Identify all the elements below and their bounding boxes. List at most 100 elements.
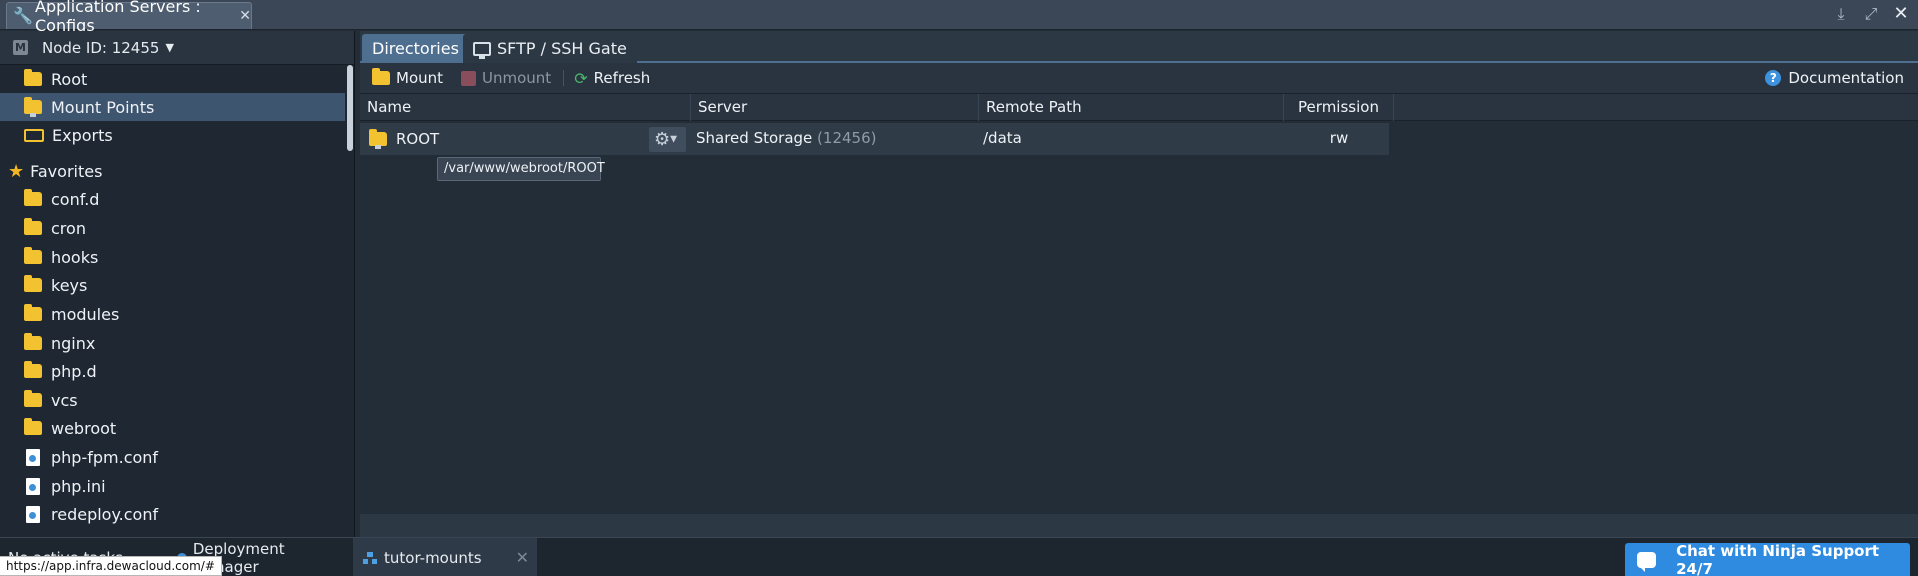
favorite-label: php-fpm.conf — [51, 447, 159, 467]
star-icon: ★ — [8, 160, 25, 182]
refresh-button[interactable]: ⟳ Refresh — [574, 69, 650, 88]
chevron-down-icon[interactable]: ▼ — [165, 41, 173, 54]
mount-button[interactable]: Mount — [372, 68, 444, 87]
folder-icon — [24, 304, 42, 321]
folder-icon — [24, 390, 42, 407]
close-window-icon[interactable]: ✕ — [1892, 4, 1910, 24]
folder-icon — [24, 361, 42, 378]
favorite-item[interactable]: php.d — [0, 357, 345, 385]
exports-icon — [24, 128, 44, 142]
folder-icon — [24, 418, 42, 435]
file-tree-panel: M Node ID: 12455 ▼ Root Mount Points Exp… — [0, 31, 355, 537]
folder-icon — [24, 218, 42, 235]
tab-directories[interactable]: Directories — [362, 34, 469, 63]
favorite-item[interactable]: keys — [0, 271, 345, 299]
column-header-remote-path[interactable]: Remote Path — [979, 94, 1284, 121]
unmount-label: Unmount — [482, 69, 552, 87]
folder-icon — [24, 189, 42, 206]
toolbar: Mount Unmount ⟳ Refresh ? Documentation — [360, 63, 1918, 94]
node-selector[interactable]: M Node ID: 12455 ▼ — [0, 31, 354, 65]
favorite-item[interactable]: nginx — [0, 329, 345, 357]
row-name: ROOT — [396, 130, 440, 148]
favorite-label: cron — [51, 218, 86, 238]
task-label: tutor-mounts — [384, 548, 482, 567]
favorite-label: php.d — [51, 361, 97, 381]
favorite-item[interactable]: modules — [0, 300, 345, 328]
tree-item-root[interactable]: Root — [0, 65, 345, 93]
tree-item-label: Exports — [52, 125, 113, 145]
favorites-header[interactable]: ★ Favorites — [0, 157, 345, 185]
row-server: Shared Storage — [696, 129, 813, 147]
tab-label: SFTP / SSH Gate — [497, 39, 627, 58]
monitor-icon — [473, 41, 491, 59]
favorite-label: modules — [51, 304, 120, 324]
unmount-button[interactable]: Unmount — [461, 69, 551, 87]
close-icon[interactable]: ✕ — [516, 548, 529, 567]
column-header-permission[interactable]: Permission — [1284, 94, 1394, 121]
folder-icon — [24, 275, 42, 292]
folder-icon — [24, 333, 42, 350]
favorite-label: nginx — [51, 333, 96, 353]
cell-name: ROOT — [369, 123, 439, 155]
grid-header: Name Server Remote Path Permission — [360, 94, 1918, 121]
gear-icon[interactable]: ⚙▼ — [649, 127, 686, 152]
favorite-item[interactable]: webroot — [0, 414, 345, 442]
favorite-item[interactable]: conf.d — [0, 185, 345, 213]
folder-icon — [24, 69, 42, 86]
window-controls: ⤓ ⤢ ✕ — [1832, 4, 1910, 24]
favorites-label: Favorites — [30, 161, 103, 181]
folder-icon — [24, 247, 42, 264]
refresh-icon: ⟳ — [574, 68, 588, 88]
favorite-label: php.ini — [51, 476, 106, 496]
config-file-icon — [26, 477, 40, 495]
tab-label: Directories — [372, 39, 459, 58]
documentation-link[interactable]: ? Documentation — [1765, 69, 1904, 87]
chat-support-button[interactable]: Chat with Ninja Support 24/7 — [1625, 541, 1910, 576]
table-row[interactable]: ROOT ⚙▼ Shared Storage (12456) /data rw — [360, 123, 1389, 155]
tab-sftp-ssh-gate[interactable]: SFTP / SSH Gate — [463, 34, 637, 63]
favorite-label: vcs — [51, 390, 78, 410]
favorite-item[interactable]: php.ini — [0, 472, 345, 500]
close-icon[interactable]: ✕ — [239, 8, 251, 24]
expand-icon[interactable]: ⤢ — [1862, 4, 1880, 24]
mount-label: Mount — [396, 69, 444, 87]
toolbar-divider — [563, 70, 565, 86]
task-tutor-mounts[interactable]: tutor-mounts ✕ — [353, 538, 537, 576]
tree-item-exports[interactable]: Exports — [0, 121, 345, 149]
window-title: Application Servers : Configs — [35, 0, 201, 35]
favorite-item[interactable]: hooks — [0, 243, 345, 271]
chat-icon — [1637, 551, 1657, 572]
favorite-label: keys — [51, 275, 88, 295]
download-icon[interactable]: ⤓ — [1832, 4, 1850, 24]
window-titlebar: 🔧 Application Servers : Configs ✕ ⤓ ⤢ ✕ — [0, 0, 1918, 35]
grid-footer — [360, 514, 1918, 537]
config-file-icon — [26, 505, 40, 523]
status-url: https://app.infra.dewacloud.com/# — [0, 556, 222, 576]
mount-folder-icon — [24, 97, 42, 117]
refresh-label: Refresh — [593, 69, 651, 87]
unmount-icon — [461, 70, 477, 86]
favorite-item[interactable]: cron — [0, 214, 345, 242]
mount-folder-icon — [372, 68, 390, 85]
environment-icon — [363, 551, 377, 564]
tree-item-label: Root — [51, 69, 88, 89]
directories-panel: Directories SFTP / SSH Gate Mount Unmoun… — [360, 31, 1918, 537]
tree-scrollbar[interactable] — [347, 65, 353, 151]
node-badge: M — [13, 40, 28, 55]
documentation-label: Documentation — [1788, 69, 1904, 87]
node-label: Node ID: 12455 — [42, 38, 160, 57]
window-title-tab[interactable]: 🔧 Application Servers : Configs ✕ — [6, 0, 252, 35]
tab-bar: Directories SFTP / SSH Gate — [360, 31, 1918, 63]
column-header-server[interactable]: Server — [691, 94, 979, 121]
cell-permission: rw — [1329, 129, 1349, 147]
tree-item-label: Mount Points — [51, 97, 155, 117]
column-header-name[interactable]: Name — [360, 94, 691, 121]
tree-item-mount-points[interactable]: Mount Points — [0, 93, 345, 121]
cell-remote-path: /data — [983, 129, 1022, 147]
favorite-label: conf.d — [51, 189, 100, 209]
favorite-item[interactable]: redeploy.conf — [0, 500, 345, 528]
row-server-id: (12456) — [817, 129, 877, 147]
favorite-item[interactable]: php-fpm.conf — [0, 443, 345, 471]
chat-label: Chat with Ninja Support 24/7 — [1676, 541, 1880, 576]
favorite-item[interactable]: vcs — [0, 386, 345, 414]
